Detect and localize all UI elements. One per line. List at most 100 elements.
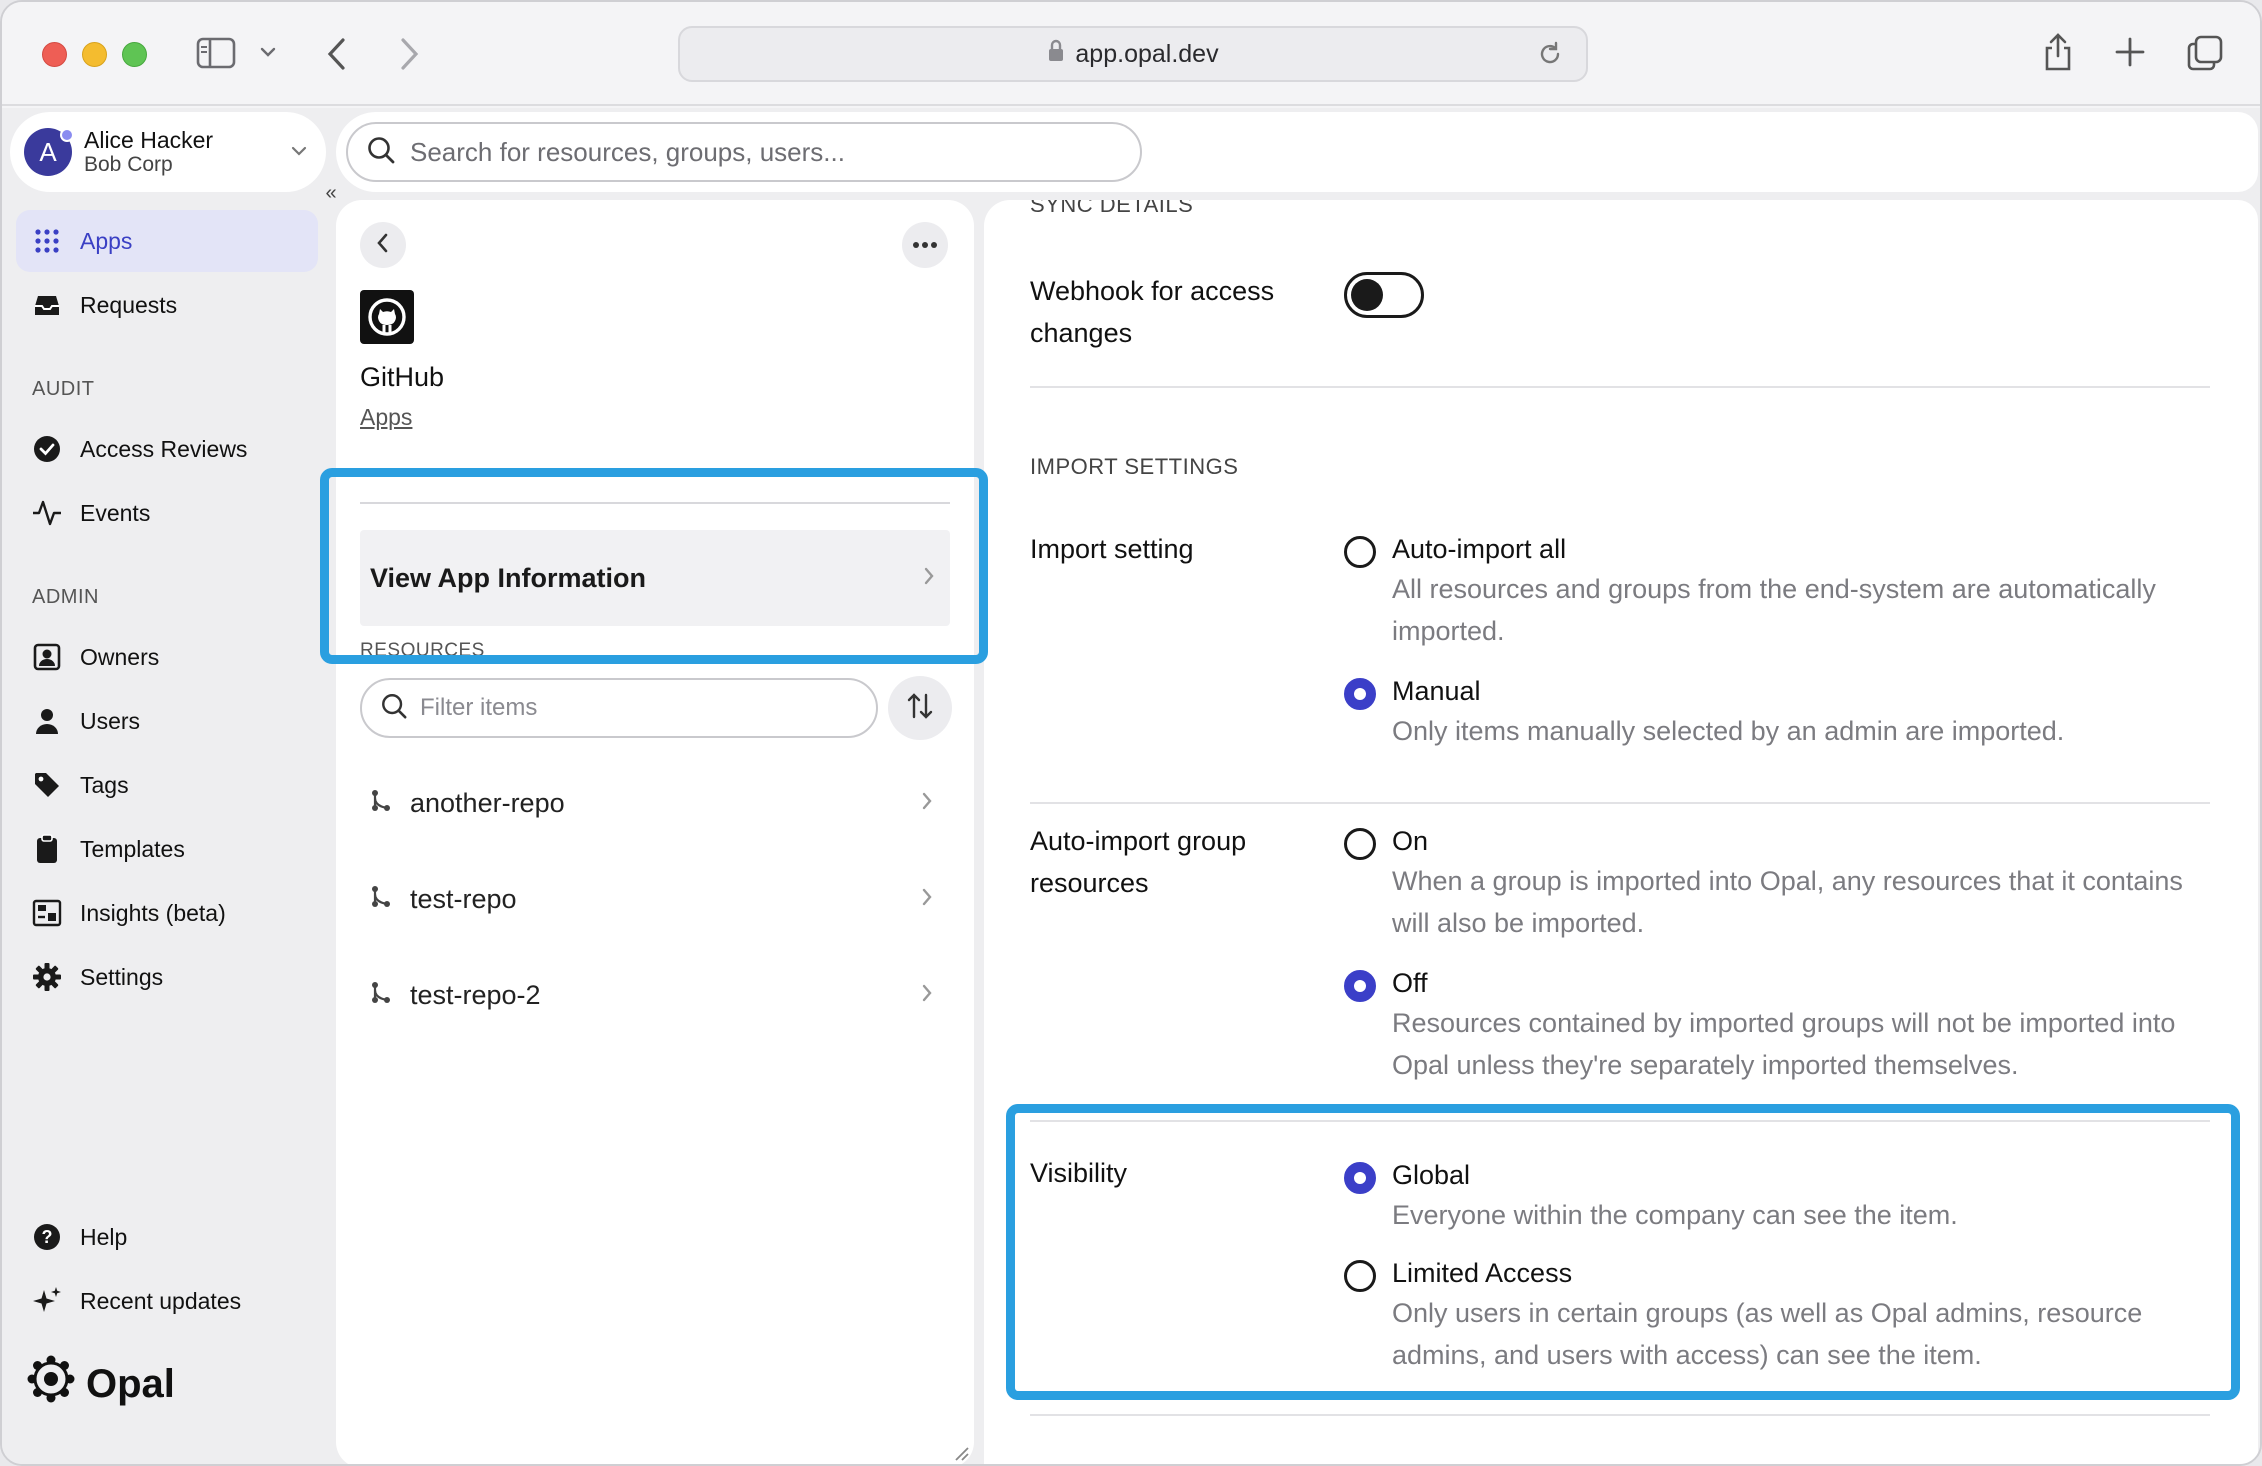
sidebar-item-apps[interactable]: Apps — [16, 210, 318, 272]
sparkle-icon — [32, 1286, 62, 1316]
option-title: Auto-import all — [1392, 534, 1567, 564]
top-search-bar — [336, 112, 2258, 192]
share-icon[interactable] — [2042, 32, 2074, 72]
url-text: app.opal.dev — [1075, 39, 1219, 68]
back-arrow-icon[interactable] — [324, 36, 350, 72]
webhook-toggle[interactable] — [1344, 272, 1424, 318]
sidebar-toggle-icon[interactable] — [196, 36, 236, 70]
radio-global[interactable] — [1344, 1162, 1376, 1194]
import-settings-heading: IMPORT SETTINGS — [1030, 454, 1239, 479]
git-branch-icon — [370, 884, 392, 915]
sort-button[interactable] — [888, 676, 952, 740]
owner-badge-icon — [32, 642, 62, 672]
sidebar-item-label: Apps — [80, 227, 133, 254]
option-description: All resources and groups from the end-sy… — [1392, 574, 2156, 646]
minimize-window-button[interactable] — [82, 42, 107, 67]
option-title: Manual — [1392, 676, 1481, 706]
sidebar-item-label: Owners — [80, 643, 160, 670]
address-bar[interactable]: app.opal.dev — [678, 26, 1588, 82]
breadcrumb-apps-link[interactable]: Apps — [360, 404, 412, 431]
sidebar-item-label: Recent updates — [80, 1287, 242, 1314]
divider — [1030, 1120, 2210, 1122]
chevron-right-icon — [920, 788, 934, 819]
sidebar-item-label: Templates — [80, 835, 185, 862]
radio-manual[interactable] — [1344, 678, 1376, 710]
app-detail-panel: GitHub Apps View App Information RESOURC… — [336, 200, 974, 1464]
git-branch-icon — [370, 980, 392, 1011]
radio-off[interactable] — [1344, 970, 1376, 1002]
option-description: When a group is imported into Opal, any … — [1392, 866, 2183, 938]
more-options-button[interactable] — [902, 222, 948, 268]
webhook-label: Webhook for access changes — [1030, 276, 1275, 348]
sidebar-item-settings[interactable]: Settings — [16, 946, 318, 1008]
sidebar-item-tags[interactable]: Tags — [16, 754, 318, 816]
visibility-label: Visibility — [1030, 1158, 1128, 1188]
sync-details-heading: SYNC DETAILS — [1030, 200, 1194, 217]
list-item[interactable]: another-repo — [360, 768, 950, 838]
sidebar-item-label: Access Reviews — [80, 435, 248, 462]
radio-on[interactable] — [1344, 828, 1376, 860]
resource-name: test-repo-2 — [410, 979, 541, 1010]
opal-logo: Opal — [26, 1354, 175, 1414]
sidebar-item-owners[interactable]: Owners — [16, 626, 318, 688]
resource-name: another-repo — [410, 787, 565, 818]
divider — [360, 502, 950, 504]
sidebar-item-help[interactable]: ? Help — [16, 1206, 318, 1268]
git-branch-icon — [370, 788, 392, 819]
account-switcher[interactable]: A Alice Hacker Bob Corp — [10, 112, 326, 192]
reload-icon[interactable] — [1536, 40, 1564, 75]
radio-limited-access[interactable] — [1344, 1260, 1376, 1292]
radio-auto-import-all[interactable] — [1344, 536, 1376, 568]
divider — [1030, 386, 2210, 388]
svg-text:?: ? — [42, 1227, 53, 1247]
option-title: Global — [1392, 1160, 1471, 1190]
tab-overview-icon[interactable] — [2186, 34, 2224, 72]
sidebar-item-templates[interactable]: Templates — [16, 818, 318, 880]
option-title: Limited Access — [1392, 1258, 1573, 1288]
check-circle-icon — [32, 434, 62, 464]
option-description: Only items manually selected by an admin… — [1392, 716, 2065, 746]
zoom-window-button[interactable] — [122, 42, 147, 67]
section-heading-audit: AUDIT — [32, 378, 95, 400]
search-icon — [380, 692, 408, 725]
option-description: Everyone within the company can see the … — [1392, 1200, 1958, 1230]
avatar: A — [24, 128, 74, 176]
list-item[interactable]: test-repo-2 — [360, 960, 950, 1030]
resources-heading: RESOURCES — [360, 640, 485, 661]
resize-handle-icon[interactable] — [952, 1444, 970, 1464]
new-tab-icon[interactable] — [2114, 36, 2146, 68]
filter-input[interactable] — [420, 694, 840, 722]
chevron-right-icon — [920, 884, 934, 915]
sidebar-nav: Apps Requests AUDIT Access Reviews Event — [2, 200, 328, 1464]
option-title: On — [1392, 826, 1429, 856]
browser-window: app.opal.dev A Alice Hacker Bob Corp « S… — [0, 0, 2262, 1466]
chevron-left-icon — [375, 232, 391, 259]
activity-icon — [32, 498, 62, 528]
sidebar-item-events[interactable]: Events — [16, 482, 318, 544]
import-setting-label: Import setting — [1030, 534, 1194, 564]
chevron-right-icon — [922, 563, 936, 594]
search-input[interactable] — [410, 136, 1110, 168]
list-item[interactable]: test-repo — [360, 864, 950, 934]
option-description: Resources contained by imported groups w… — [1392, 1008, 2176, 1080]
view-app-information-button[interactable]: View App Information — [360, 530, 950, 626]
chevron-down-icon — [290, 142, 308, 165]
browser-toolbar: app.opal.dev — [2, 2, 2260, 106]
chevron-down-icon[interactable] — [258, 42, 278, 62]
filter-field[interactable] — [360, 678, 878, 738]
close-window-button[interactable] — [42, 42, 67, 67]
global-search[interactable] — [346, 122, 1142, 182]
sidebar-item-requests[interactable]: Requests — [16, 274, 318, 336]
sidebar-item-label: Events — [80, 499, 151, 526]
sidebar-item-access-reviews[interactable]: Access Reviews — [16, 418, 318, 480]
sidebar-item-recent-updates[interactable]: Recent updates — [16, 1270, 318, 1332]
back-button[interactable] — [360, 222, 406, 268]
forward-arrow-icon[interactable] — [396, 36, 422, 72]
sidebar-item-label: Users — [80, 707, 141, 734]
sidebar-item-users[interactable]: Users — [16, 690, 318, 752]
clipboard-icon — [32, 834, 62, 864]
more-horizontal-icon — [912, 236, 938, 254]
option-title: Off — [1392, 968, 1428, 998]
opal-logo-text: Opal — [86, 1361, 175, 1406]
sidebar-item-insights[interactable]: Insights (beta) — [16, 882, 318, 944]
